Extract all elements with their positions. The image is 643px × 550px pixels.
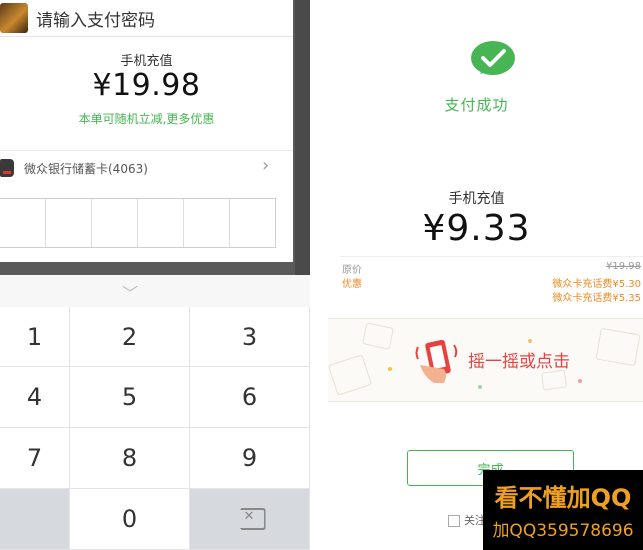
- key-6[interactable]: 6: [190, 367, 310, 428]
- chevron-right-icon: ›: [262, 155, 270, 176]
- password-cell: [138, 199, 184, 247]
- key-8[interactable]: 8: [70, 428, 190, 489]
- phone-shake-icon: [415, 339, 458, 383]
- password-cell: [46, 199, 92, 247]
- password-input[interactable]: [0, 198, 276, 248]
- dialog-title: 请输入支付密码: [36, 11, 155, 31]
- paid-amount: ¥9.33: [422, 208, 531, 249]
- payment-card-row[interactable]: 微众银行储蓄卡(4063) ›: [0, 150, 293, 185]
- watermark-line1: 看不懂加QQ: [494, 484, 632, 512]
- right-screen: 支付成功 手机充值 ¥9.33 原价 ¥19.98 优惠 微众卡充话费¥5.30…: [310, 0, 643, 550]
- confetti-decoration: [388, 367, 392, 371]
- password-cell: [92, 199, 138, 247]
- password-dialog: 请输入支付密码 手机充值 ¥19.98 本单可随机立减,更多优惠 微众银行储蓄卡…: [0, 0, 293, 262]
- key-4[interactable]: 4: [0, 367, 70, 428]
- key-0[interactable]: 0: [70, 489, 190, 550]
- delete-key[interactable]: [190, 489, 310, 550]
- dialog-header: 请输入支付密码: [0, 0, 293, 37]
- key-7[interactable]: 7: [0, 428, 70, 489]
- background-shade: [295, 0, 310, 275]
- password-cell: [184, 199, 230, 247]
- left-screen: 请输入支付密码 手机充值 ¥19.98 本单可随机立减,更多优惠 微众银行储蓄卡…: [0, 0, 310, 550]
- password-cell: [230, 199, 275, 247]
- keypad-grid: 1 2 3 4 5 6 7 8 9 0: [0, 307, 310, 550]
- envelope-decoration: [540, 369, 568, 391]
- key-blank: [0, 489, 70, 550]
- promo-text[interactable]: 本单可随机立减,更多优惠: [0, 110, 293, 127]
- key-3[interactable]: 3: [190, 307, 310, 367]
- gift-box-decoration: [328, 354, 373, 396]
- keyboard-collapse-bar[interactable]: ﹀: [0, 275, 310, 308]
- watermark-line2: 加QQ359578696: [492, 521, 634, 541]
- original-price-value: ¥19.98: [606, 261, 641, 272]
- amount-value: ¥19.98: [92, 68, 201, 103]
- price-detail: 原价 ¥19.98 优惠 微众卡充话费¥5.30 微众卡充话费¥5.35: [340, 256, 643, 309]
- numeric-keypad: ﹀ 1 2 3 4 5 6 7 8 9 0: [0, 275, 310, 550]
- key-1[interactable]: 1: [0, 307, 70, 367]
- envelope-decoration: [362, 322, 394, 350]
- watermark-overlay: 看不懂加QQ 加QQ359578696: [483, 470, 643, 550]
- discount-item: 微众卡充话费¥5.30: [552, 279, 641, 290]
- backspace-icon: [233, 508, 266, 530]
- wechat-pay-check-icon: [471, 41, 515, 75]
- card-label: 微众银行储蓄卡(4063): [24, 162, 148, 176]
- original-price-label: 原价: [342, 265, 362, 276]
- payment-success-text: 支付成功: [444, 96, 509, 114]
- key-5[interactable]: 5: [70, 367, 190, 428]
- chevron-down-icon: ﹀: [121, 284, 138, 303]
- discount-label: 优惠: [342, 279, 362, 290]
- confetti-decoration: [478, 385, 482, 389]
- password-cell: [0, 199, 46, 247]
- amount-label: 手机充值: [120, 54, 173, 69]
- bank-card-icon: [0, 159, 14, 177]
- key-9[interactable]: 9: [190, 428, 310, 489]
- discount-item: 微众卡充话费¥5.35: [552, 293, 641, 304]
- shake-banner[interactable]: 摇一摇或点击: [328, 318, 643, 402]
- gift-box-decoration: [595, 327, 641, 367]
- avatar: [0, 3, 28, 33]
- recharge-label: 手机充值: [448, 191, 505, 207]
- key-2[interactable]: 2: [70, 307, 190, 367]
- confetti-decoration: [528, 339, 532, 343]
- confetti-decoration: [578, 379, 582, 383]
- shake-banner-text: 摇一摇或点击: [468, 352, 570, 372]
- follow-checkbox[interactable]: [448, 515, 460, 527]
